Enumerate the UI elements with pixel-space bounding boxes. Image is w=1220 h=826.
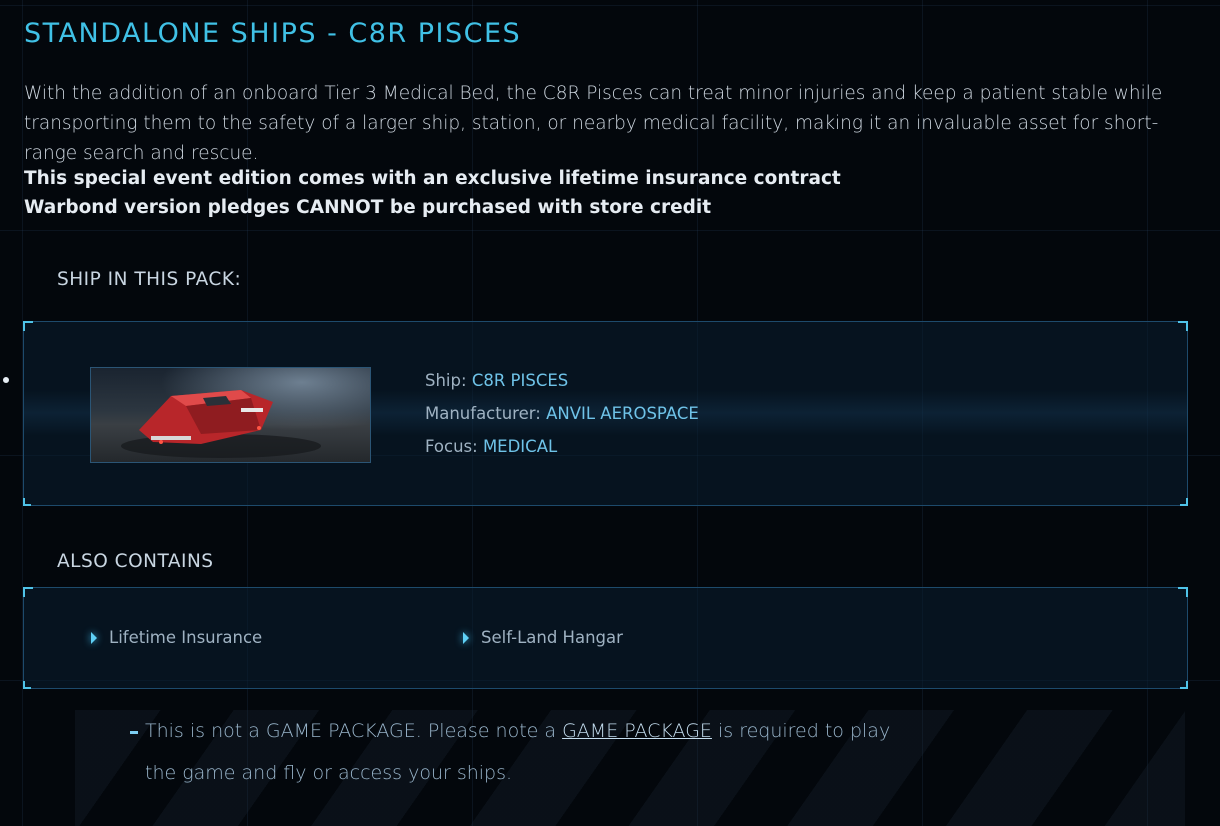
manufacturer-value: ANVIL AEROSPACE xyxy=(546,404,699,423)
bullet-arrow-icon xyxy=(91,631,97,644)
ship-section-label: SHIP IN THIS PACK: xyxy=(57,269,242,290)
ship-name-value: C8R PISCES xyxy=(471,371,569,390)
page-title: STANDALONE SHIPS - C8R PISCES xyxy=(24,18,522,49)
contains-panel: Lifetime Insurance Self-Land Hangar xyxy=(23,587,1188,689)
ship-name-row: Ship: C8R PISCES xyxy=(425,371,568,390)
contains-section-label: ALSO CONTAINS xyxy=(57,551,214,572)
note-text-before: This is not a GAME PACKAGE. Please note … xyxy=(145,720,563,742)
note-text-after: is required to play xyxy=(711,720,891,742)
note-dash-icon xyxy=(130,731,138,734)
ship-render-icon xyxy=(91,368,370,462)
ship-name-label: Ship: xyxy=(425,371,467,390)
focus-value: MEDICAL xyxy=(482,437,558,456)
contains-item-label: Lifetime Insurance xyxy=(109,628,263,647)
contains-item-lifetime-insurance: Lifetime Insurance xyxy=(91,628,262,647)
game-package-link[interactable]: GAME PACKAGE xyxy=(562,720,712,742)
manufacturer-row: Manufacturer: ANVIL AEROSPACE xyxy=(425,404,699,423)
ship-description: With the addition of an onboard Tier 3 M… xyxy=(24,83,1163,164)
manufacturer-label: Manufacturer: xyxy=(425,404,541,423)
game-package-note-line2: the game and fly or access your ships. xyxy=(145,762,513,784)
bullet-arrow-icon xyxy=(463,631,469,644)
focus-row: Focus: MEDICAL xyxy=(425,437,557,456)
insurance-notice: This special event edition comes with an… xyxy=(24,168,841,189)
ship-panel: Ship: C8R PISCES Manufacturer: ANVIL AER… xyxy=(23,321,1188,506)
game-package-note: This is not a GAME PACKAGE. Please note … xyxy=(145,720,905,742)
warbond-notice: Warbond version pledges CANNOT be purcha… xyxy=(24,197,712,218)
ship-image[interactable] xyxy=(90,367,371,463)
focus-label: Focus: xyxy=(425,437,478,456)
contains-item-self-land-hangar: Self-Land Hangar xyxy=(463,628,623,647)
contains-item-label: Self-Land Hangar xyxy=(481,628,623,647)
left-bullet-dot xyxy=(3,377,9,383)
